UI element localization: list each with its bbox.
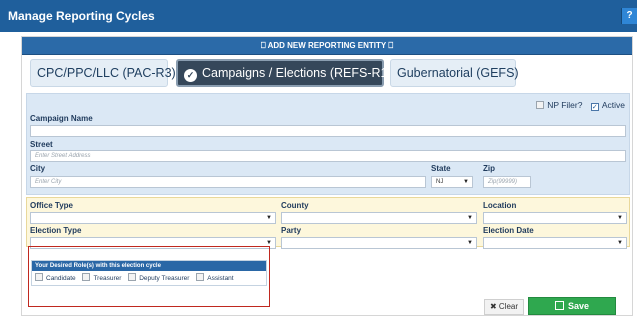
city-label: City: [30, 164, 46, 173]
add-new-reporting-entity-button[interactable]: ⎕ ADD NEW REPORTING ENTITY ⎕: [22, 37, 632, 55]
election-date-label: Election Date: [483, 226, 534, 235]
chevron-down-icon: ▼: [617, 215, 623, 221]
zip-input[interactable]: Zip(99999): [483, 176, 531, 188]
np-filer-toggle[interactable]: NP Filer?: [536, 100, 582, 110]
state-value: NJ: [436, 179, 444, 185]
active-toggle[interactable]: ✓ Active: [590, 100, 625, 111]
np-filer-checkbox[interactable]: [536, 101, 545, 109]
bookmark-icon: ⎕: [260, 41, 266, 50]
role-label: Deputy Treasurer: [139, 275, 190, 282]
clear-button[interactable]: ✖ Clear: [484, 299, 524, 315]
tab-refs-r1[interactable]: ✓ Campaigns / Elections (REFS-R1): [176, 59, 392, 87]
roles-panel: Your Desired Role(s) with this election …: [31, 260, 267, 286]
roles-header: Your Desired Role(s) with this election …: [32, 261, 266, 271]
close-icon: ✖: [489, 302, 497, 311]
roles-options: Candidate Treasurer Deputy Treasurer Ass…: [35, 273, 239, 282]
state-label: State: [431, 164, 451, 173]
campaign-form: NP Filer? ✓ Active Campaign Name Street E…: [26, 93, 630, 195]
add-entity-label: ADD NEW REPORTING ENTITY: [267, 41, 387, 50]
chevron-down-icon: ▼: [266, 215, 272, 221]
role-treasurer[interactable]: Treasurer: [82, 273, 122, 282]
top-bar: Manage Reporting Cycles ?: [0, 0, 637, 32]
bookmark-icon: ⎕: [388, 41, 394, 50]
role-label: Treasurer: [93, 275, 122, 282]
location-select[interactable]: ▼: [483, 212, 627, 224]
chevron-down-icon: ▼: [467, 215, 473, 221]
clear-label: Clear: [498, 302, 519, 311]
tab-pac-r3[interactable]: CPC/PPC/LLC (PAC-R3): [30, 59, 176, 87]
office-type-label: Office Type: [30, 201, 73, 210]
active-checkbox[interactable]: ✓: [590, 103, 599, 111]
candidate-checkbox[interactable]: [35, 273, 43, 281]
np-filer-label: NP Filer?: [547, 100, 583, 110]
role-label: Assistant: [207, 275, 234, 282]
assistant-checkbox[interactable]: [196, 273, 205, 281]
role-label: Candidate: [46, 275, 76, 282]
check-circle-icon: ✓: [184, 69, 197, 82]
entity-flags: NP Filer? ✓ Active: [530, 100, 625, 111]
chevron-down-icon: ▼: [617, 240, 623, 246]
save-icon: [554, 301, 564, 310]
campaign-name-label: Campaign Name: [30, 114, 93, 123]
election-form: Office Type ▼ County ▼ Location ▼ Electi…: [26, 197, 630, 249]
help-icon[interactable]: ?: [621, 8, 637, 24]
state-select[interactable]: NJ ▼: [431, 176, 473, 188]
active-label: Active: [601, 100, 625, 110]
main-panel: ⎕ ADD NEW REPORTING ENTITY ⎕ CPC/PPC/LLC…: [21, 36, 633, 316]
election-type-label: Election Type: [30, 226, 82, 235]
chevron-down-icon: ▼: [463, 179, 469, 185]
county-label: County: [281, 201, 309, 210]
party-select[interactable]: ▼: [281, 237, 477, 249]
role-candidate[interactable]: Candidate: [35, 273, 76, 282]
office-type-select[interactable]: ▼: [30, 212, 276, 224]
street-label: Street: [30, 140, 53, 149]
party-label: Party: [281, 226, 302, 235]
zip-label: Zip: [483, 164, 495, 173]
role-deputy-treasurer[interactable]: Deputy Treasurer: [128, 273, 190, 282]
street-input[interactable]: Enter Street Address: [30, 150, 626, 162]
campaign-name-input[interactable]: [30, 125, 626, 137]
county-select[interactable]: ▼: [281, 212, 477, 224]
city-input[interactable]: Enter City: [30, 176, 426, 188]
tab-gefs[interactable]: Gubernatorial (GEFS): [390, 59, 519, 87]
page-title: Manage Reporting Cycles: [8, 9, 155, 23]
tab-label: Campaigns / Elections (REFS-R1): [202, 66, 392, 80]
election-date-select[interactable]: ▼: [483, 237, 627, 249]
deputy-treasurer-checkbox[interactable]: [128, 273, 137, 281]
save-button[interactable]: Save: [528, 297, 616, 315]
role-assistant[interactable]: Assistant: [196, 273, 234, 282]
treasurer-checkbox[interactable]: [82, 273, 91, 281]
save-label: Save: [567, 301, 590, 311]
chevron-down-icon: ▼: [467, 240, 473, 246]
location-label: Location: [483, 201, 517, 210]
